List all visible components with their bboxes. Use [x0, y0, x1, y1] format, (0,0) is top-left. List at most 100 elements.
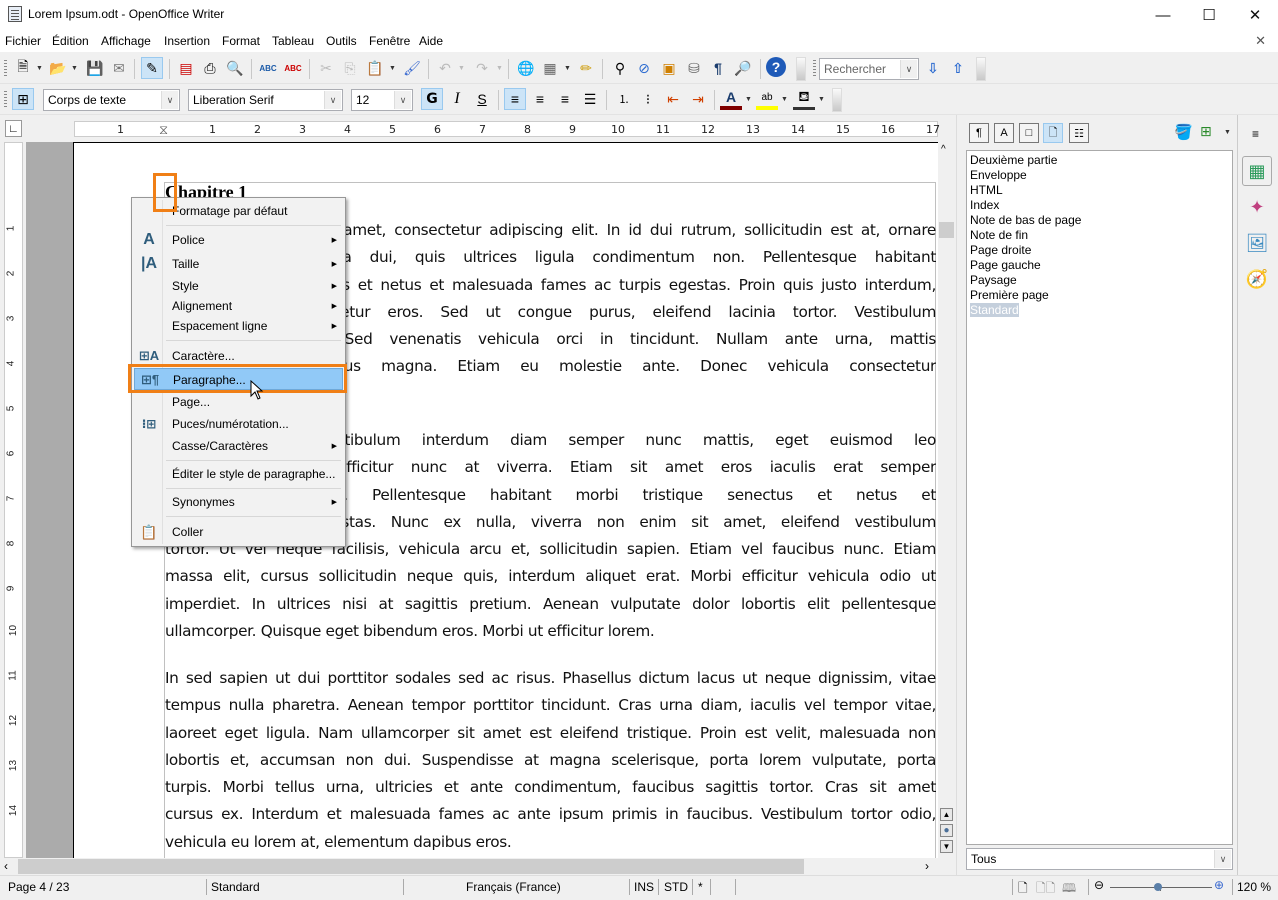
style-item[interactable]: Page gauche [970, 258, 1041, 272]
increase-indent-icon[interactable]: ⇥ [687, 88, 709, 110]
background-color-icon[interactable]: ⛾ [793, 88, 815, 110]
menu-item-synonymes[interactable]: Synonymes ▶ [134, 491, 343, 513]
style-item[interactable]: HTML [970, 183, 1003, 197]
align-right-icon[interactable]: ≡ [554, 88, 576, 110]
paste-icon[interactable]: 📋 [364, 57, 386, 79]
undo-dropdown-icon[interactable]: ▼ [458, 65, 465, 72]
highlight-icon[interactable]: ab [756, 88, 778, 110]
save-icon[interactable]: 💾 [84, 57, 106, 79]
paragraph-styles-icon[interactable]: ¶ [969, 123, 989, 143]
minimize-button[interactable]: — [1140, 0, 1186, 30]
new-style-icon[interactable]: ⊞ [1200, 123, 1212, 140]
spellcheck-icon[interactable]: ABC [257, 57, 279, 79]
close-document-icon[interactable]: ✕ [1255, 33, 1266, 49]
shadow-button[interactable]: S [471, 88, 493, 110]
toolbar-grip[interactable] [4, 60, 7, 78]
font-size-dropdown-icon[interactable]: ∨ [394, 91, 411, 109]
menu-insertion[interactable]: Insertion [164, 34, 210, 48]
style-item[interactable]: Note de fin [970, 228, 1028, 242]
font-color-icon[interactable]: A [720, 88, 742, 110]
background-color-dropdown-icon[interactable]: ▼ [818, 96, 825, 103]
selection-mode-indicator[interactable]: STD [664, 880, 688, 894]
next-page-icon[interactable]: ▼ [940, 840, 953, 853]
menu-item-page[interactable]: Page... [134, 391, 343, 413]
style-filter-combo[interactable]: Tous ∨ [966, 848, 1233, 870]
search-toolbar-overflow-button[interactable] [976, 57, 986, 81]
menu-item-editer-style-paragraphe[interactable]: Éditer le style de paragraphe... [134, 463, 343, 485]
menu-item-casse-caracteres[interactable]: Casse/Caractères ▶ [134, 435, 343, 457]
style-actions-dropdown-icon[interactable]: ▼ [1224, 129, 1231, 136]
toolbar-overflow-button[interactable] [796, 57, 806, 81]
vertical-scrollbar[interactable]: ^ [938, 142, 955, 858]
gallery-deck-icon[interactable]: 🖼 [1242, 228, 1272, 258]
bold-button[interactable]: G [421, 88, 443, 110]
copy-icon[interactable]: ⎘ [339, 57, 361, 79]
table-icon[interactable]: ▦ [539, 57, 561, 79]
formatting-toolbar-overflow-button[interactable] [832, 88, 842, 112]
properties-deck-icon[interactable]: ✦ [1242, 192, 1272, 222]
navigator-deck-icon[interactable]: 🧭 [1242, 264, 1272, 294]
paragraph-style-dropdown-icon[interactable]: ∨ [161, 91, 178, 109]
nonprinting-characters-icon[interactable]: ¶ [707, 57, 729, 79]
auto-spellcheck-icon[interactable]: ABC [282, 57, 304, 79]
undo-icon[interactable]: ↶ [434, 57, 456, 79]
table-dropdown-icon[interactable]: ▼ [564, 65, 571, 72]
align-center-icon[interactable]: ≡ [529, 88, 551, 110]
maximize-button[interactable]: ☐ [1186, 0, 1232, 30]
close-button[interactable]: ✕ [1232, 0, 1278, 30]
sidebar-splitter[interactable] [956, 115, 961, 875]
zoom-in-icon[interactable]: ⊕ [1214, 878, 1224, 892]
character-styles-icon[interactable]: A [994, 123, 1014, 143]
menu-item-style[interactable]: Style ▶ [134, 275, 343, 297]
style-list[interactable]: Deuxième partie Enveloppe HTML Index Not… [966, 150, 1233, 845]
menu-item-police[interactable]: A Police ▶ [134, 229, 343, 251]
indent-marker-icon[interactable]: ⧖ [159, 122, 168, 138]
font-name-dropdown-icon[interactable]: ∨ [324, 91, 341, 109]
zoom-out-icon[interactable]: ⊖ [1094, 878, 1104, 892]
page-style-indicator[interactable]: Standard [211, 880, 260, 894]
decrease-indent-icon[interactable]: ⇤ [662, 88, 684, 110]
page-indicator[interactable]: Page 4 / 23 [8, 880, 69, 894]
style-item[interactable]: Note de bas de page [970, 213, 1081, 227]
frame-styles-icon[interactable]: □ [1019, 123, 1039, 143]
style-item[interactable]: Page droite [970, 243, 1031, 257]
vertical-ruler[interactable]: 1 2 3 4 5 6 7 8 9 10 11 12 13 14 [4, 142, 23, 858]
styles-formatting-deck-icon[interactable]: ▦ [1242, 156, 1272, 186]
menu-fenetre[interactable]: Fenêtre [369, 34, 410, 48]
email-icon[interactable]: ✉ [108, 57, 130, 79]
find-replace-icon[interactable]: ⚲ [609, 57, 631, 79]
scroll-right-icon[interactable]: › [925, 859, 929, 873]
scroll-up-icon[interactable]: ^ [941, 144, 946, 155]
menu-item-coller[interactable]: 📋 Coller [134, 521, 343, 543]
insert-mode-indicator[interactable]: INS [634, 880, 654, 894]
horizontal-ruler[interactable]: 1 ⧖ 1 2 3 4 5 6 7 8 9 10 11 12 13 14 15 … [74, 121, 940, 138]
highlight-dropdown-icon[interactable]: ▼ [781, 96, 788, 103]
hyperlink-icon[interactable]: 🌐 [515, 57, 537, 79]
navigation-icon[interactable]: ● [940, 824, 953, 837]
find-previous-arrow-icon[interactable]: ⇧ [947, 57, 969, 79]
style-item[interactable]: Première page [970, 288, 1049, 302]
draw-functions-icon[interactable]: ✏ [575, 57, 597, 79]
search-dropdown-icon[interactable]: ∨ [900, 60, 917, 78]
search-input[interactable]: Rechercher ∨ [819, 58, 919, 80]
paragraph-3[interactable]: In sed sapien ut dui porttitor sodales s… [165, 665, 936, 856]
menu-outils[interactable]: Outils [326, 34, 357, 48]
style-filter-dropdown-icon[interactable]: ∨ [1214, 850, 1231, 868]
navigator-icon[interactable]: ⊘ [633, 57, 655, 79]
font-color-dropdown-icon[interactable]: ▼ [745, 96, 752, 103]
vertical-scroll-thumb[interactable] [939, 222, 954, 238]
data-sources-icon[interactable]: ⛁ [683, 57, 705, 79]
menu-affichage[interactable]: Affichage [101, 34, 151, 48]
fill-format-mode-icon[interactable]: 🪣 [1174, 123, 1193, 141]
menu-item-alignement[interactable]: Alignement ▶ [134, 295, 343, 317]
gallery-icon[interactable]: ▣ [658, 57, 680, 79]
style-item[interactable]: Index [970, 198, 999, 212]
print-preview-icon[interactable]: 🔍 [224, 57, 246, 79]
menu-fichier[interactable]: Fichier [5, 34, 41, 48]
style-item[interactable]: Paysage [970, 273, 1017, 287]
new-dropdown-icon[interactable]: ▼ [36, 65, 43, 72]
open-dropdown-icon[interactable]: ▼ [71, 65, 78, 72]
print-icon[interactable]: ⎙ [199, 57, 221, 79]
italic-button[interactable]: I [446, 88, 468, 110]
justify-icon[interactable]: ☰ [579, 88, 601, 110]
